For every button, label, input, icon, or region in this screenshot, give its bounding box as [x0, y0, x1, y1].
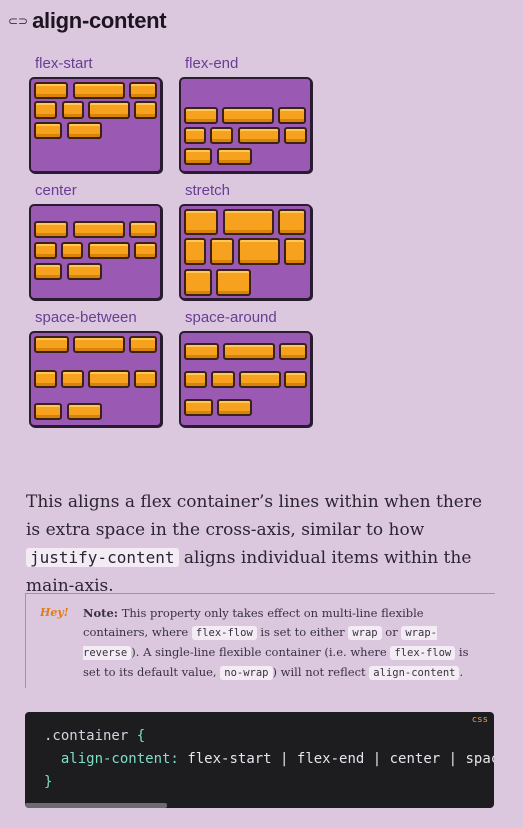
flex-item — [73, 336, 125, 353]
horizontal-scrollbar[interactable] — [25, 803, 167, 808]
flex-item — [134, 242, 157, 259]
code-language-label: css — [471, 715, 488, 725]
text: . — [459, 665, 464, 679]
flex-item — [34, 221, 68, 238]
flex-item — [184, 127, 206, 144]
flex-item — [61, 242, 83, 259]
flex-item — [184, 399, 213, 416]
demo-label: flex-start — [35, 55, 93, 72]
flex-item — [217, 148, 252, 165]
inline-code: flex-flow — [390, 646, 456, 660]
inline-code: align-content — [369, 666, 460, 680]
description-paragraph: This aligns a flex container’s lines wit… — [26, 488, 501, 600]
code-content: .container { align-content: flex-start |… — [44, 725, 494, 794]
flex-item — [284, 238, 306, 265]
flex-container — [179, 204, 312, 300]
flex-item — [238, 238, 280, 265]
flex-item — [217, 399, 252, 416]
flex-container — [179, 331, 312, 427]
section-title: align-content — [32, 8, 167, 33]
flex-item — [284, 371, 307, 388]
code-brace: } — [44, 774, 53, 790]
flex-item — [34, 82, 68, 99]
section-header: ⊂⊃ align-content — [8, 8, 167, 34]
flex-item — [34, 101, 57, 119]
flex-container — [29, 77, 162, 173]
flex-item — [34, 403, 62, 420]
flex-item — [73, 221, 125, 238]
demo-label: stretch — [185, 182, 231, 199]
flex-item — [129, 221, 157, 238]
text: or — [381, 625, 402, 639]
flex-item — [223, 343, 275, 360]
flex-item — [184, 148, 212, 165]
flex-item — [34, 370, 57, 388]
note-callout: Hey! Note: This property only takes effe… — [25, 593, 495, 688]
flex-item — [67, 403, 102, 420]
code-selector: .container — [44, 728, 129, 744]
demo-label: space-between — [35, 309, 137, 326]
inline-code: flex-flow — [191, 626, 257, 640]
flex-item — [184, 238, 206, 265]
flex-item — [73, 82, 125, 99]
flex-item — [88, 370, 130, 388]
flex-item — [223, 209, 274, 235]
demo-label: center — [35, 182, 77, 199]
flex-item — [67, 263, 102, 280]
flex-item — [222, 107, 274, 124]
text: This aligns a flex container’s lines wit… — [26, 492, 483, 540]
flex-item — [62, 101, 84, 119]
note-tag: Hey! — [40, 606, 69, 619]
flex-item — [184, 209, 218, 235]
flex-item — [134, 370, 157, 388]
flex-item — [184, 107, 218, 124]
flex-item — [34, 336, 69, 353]
note-text: Note: This property only takes effect on… — [83, 604, 483, 683]
text: ). A single-line flexible container (i.e… — [131, 645, 391, 659]
text: ) will not reflect — [272, 665, 370, 679]
flex-container — [29, 204, 162, 300]
flex-item — [211, 371, 235, 388]
flex-item — [184, 343, 219, 360]
note-label: Note: — [83, 606, 119, 620]
demo-label: flex-end — [185, 55, 239, 72]
flex-item — [34, 242, 57, 259]
code-block: css .container { align-content: flex-sta… — [25, 712, 494, 808]
text: is set to either — [256, 625, 349, 639]
flex-item — [216, 269, 251, 296]
flex-item — [210, 127, 233, 144]
flex-item — [278, 107, 306, 124]
flex-item — [129, 82, 157, 99]
inline-code: wrap — [348, 626, 382, 640]
code-value: flex-start | flex-end | center | space-b… — [187, 751, 494, 767]
flex-item — [210, 238, 234, 265]
flex-item — [279, 343, 307, 360]
flex-item — [278, 209, 306, 235]
flex-item — [88, 242, 130, 259]
flex-item — [184, 371, 207, 388]
flex-item — [88, 101, 130, 119]
flex-container — [179, 77, 312, 173]
flex-item — [134, 101, 157, 119]
flex-item — [129, 336, 157, 353]
flex-item — [239, 371, 281, 388]
flex-container — [29, 331, 162, 427]
demo-label: space-around — [185, 309, 277, 326]
flex-item — [61, 370, 84, 388]
flex-item — [34, 263, 62, 280]
flex-item — [67, 122, 102, 139]
flex-item — [284, 127, 307, 144]
inline-code: justify-content — [26, 548, 179, 567]
inline-code: no-wrap — [220, 666, 273, 680]
code-property: align-content: — [60, 751, 179, 767]
flex-item — [34, 122, 62, 139]
code-brace: { — [136, 728, 146, 744]
flex-item — [184, 269, 212, 296]
link-icon[interactable]: ⊂⊃ — [8, 14, 28, 28]
flex-item — [238, 127, 280, 144]
